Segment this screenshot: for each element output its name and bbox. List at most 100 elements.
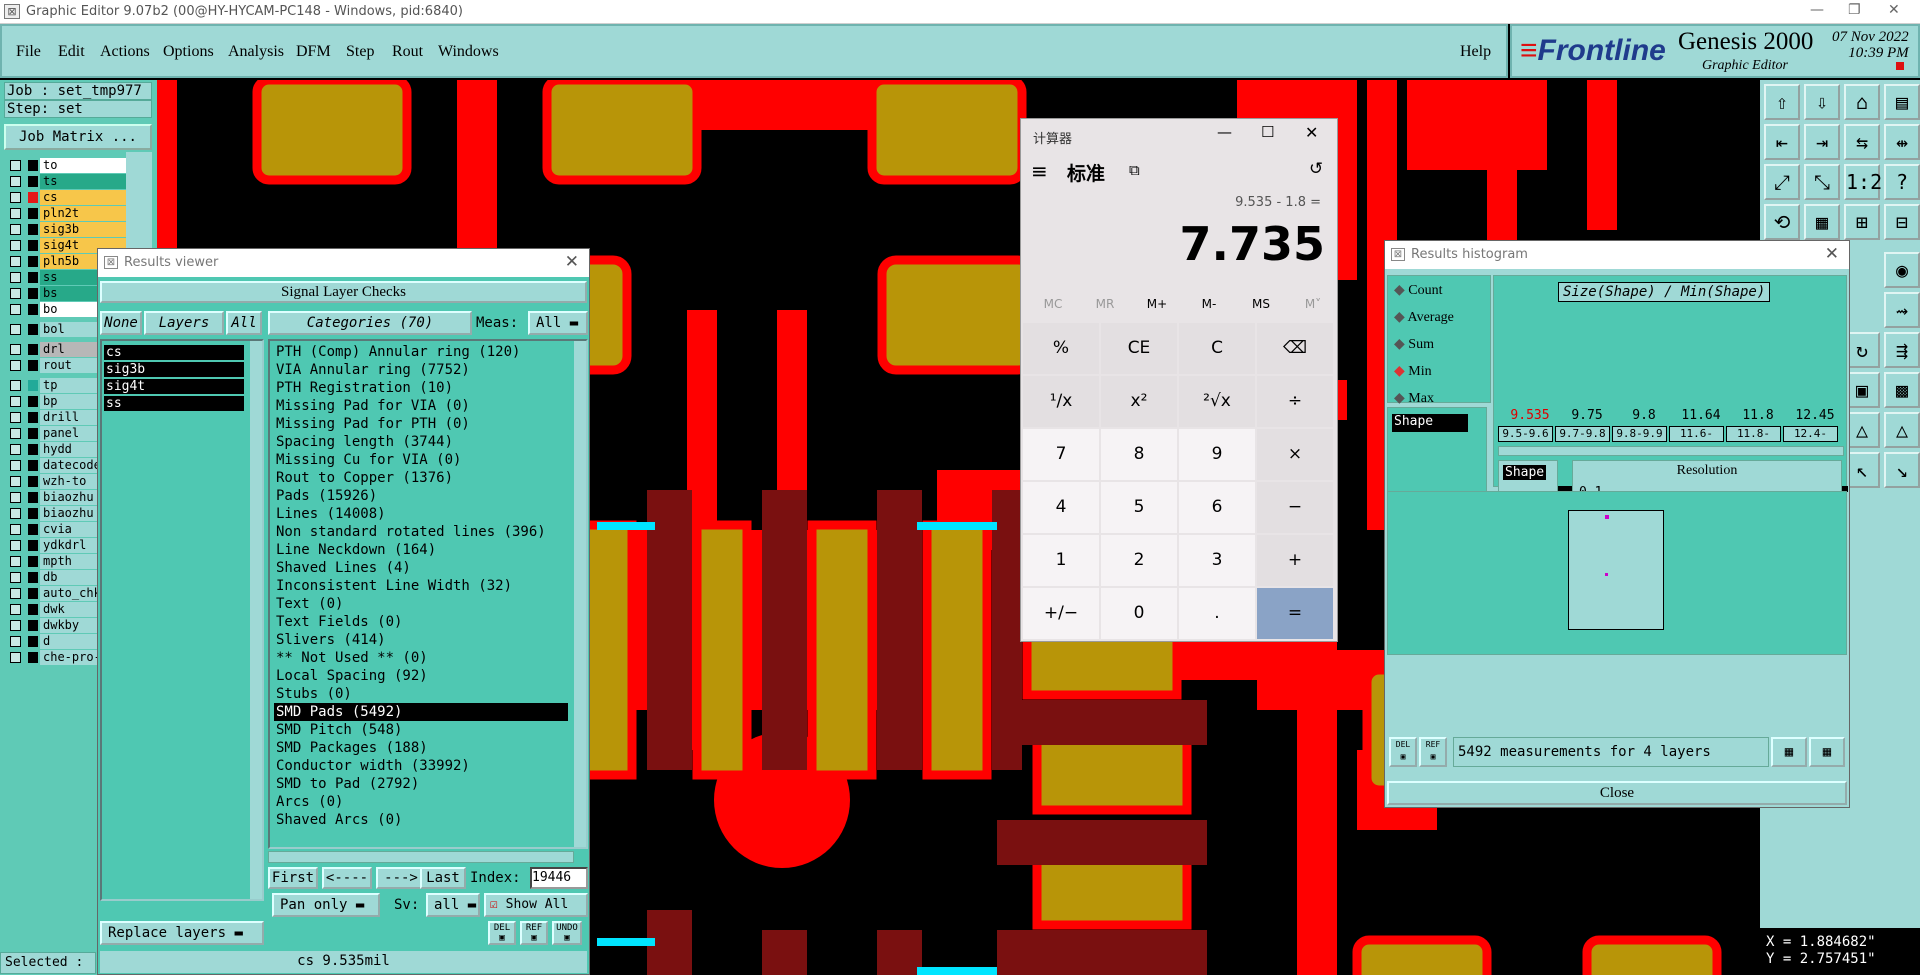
maximize-icon[interactable]: ☐ xyxy=(1261,123,1274,141)
tool-icon[interactable]: ⊟ xyxy=(1884,204,1920,240)
memory-button[interactable]: M˅ xyxy=(1289,297,1337,311)
menu-options[interactable]: Options xyxy=(163,43,214,61)
calc-key[interactable]: ÷ xyxy=(1257,376,1333,427)
menu-step[interactable]: Step xyxy=(346,43,374,61)
sv-select[interactable]: all ▬ xyxy=(426,893,480,917)
layer-row[interactable]: sig3b xyxy=(4,222,126,237)
calc-key[interactable]: C xyxy=(1179,323,1255,374)
layer-checkbox[interactable] xyxy=(10,588,21,599)
layer-checkbox[interactable] xyxy=(10,324,21,335)
calc-key[interactable]: x² xyxy=(1101,376,1177,427)
calc-key[interactable]: 9 xyxy=(1179,429,1255,480)
calc-key[interactable]: 7 xyxy=(1023,429,1099,480)
category-item[interactable]: VIA Annular ring (7752) xyxy=(274,361,470,379)
layer-checkbox[interactable] xyxy=(10,412,21,423)
calc-key[interactable]: 5 xyxy=(1101,482,1177,533)
tool-icon[interactable]: ⇥ xyxy=(1804,124,1840,160)
layer-checkbox[interactable] xyxy=(10,572,21,583)
stat-option[interactable]: ◆ Average xyxy=(1394,309,1454,326)
layer-checkbox[interactable] xyxy=(10,380,21,391)
close-icon[interactable]: ✕ xyxy=(1305,123,1318,142)
job-matrix-button[interactable]: Job Matrix ... xyxy=(4,124,152,150)
category-item[interactable]: Missing Pad for VIA (0) xyxy=(274,397,470,415)
calc-key[interactable]: 0 xyxy=(1101,588,1177,639)
calc-key[interactable]: . xyxy=(1179,588,1255,639)
index-input[interactable]: 19446 xyxy=(530,867,588,889)
category-item[interactable]: Text Fields (0) xyxy=(274,613,402,631)
category-item[interactable]: PTH Registration (10) xyxy=(274,379,453,397)
category-item[interactable]: Arcs (0) xyxy=(274,793,343,811)
shape-list-item[interactable]: Shape xyxy=(1392,414,1468,432)
prev-button[interactable]: <---- xyxy=(322,867,372,889)
category-item[interactable]: Lines (14008) xyxy=(274,505,386,523)
calc-key[interactable]: % xyxy=(1023,323,1099,374)
layer-checkbox[interactable] xyxy=(10,508,21,519)
histogram-bin[interactable]: 9.8-9.9 xyxy=(1612,426,1667,442)
menu-actions[interactable]: Actions xyxy=(100,43,150,61)
memory-button[interactable]: MC xyxy=(1029,297,1077,311)
histogram-hscrollbar[interactable] xyxy=(1498,446,1844,456)
result-layer-item[interactable]: sig4t xyxy=(104,379,244,394)
category-item[interactable]: Pads (15926) xyxy=(274,487,377,505)
replace-layers-select[interactable]: Replace layers ▬ xyxy=(100,921,264,945)
keep-on-top-icon[interactable]: ⧉ xyxy=(1129,161,1140,179)
category-item[interactable]: Rout to Copper (1376) xyxy=(274,469,453,487)
close-icon[interactable]: ✕ xyxy=(1825,244,1839,264)
layer-checkbox[interactable] xyxy=(10,652,21,663)
result-layer-item[interactable]: cs xyxy=(104,345,244,360)
menu-analysis[interactable]: Analysis xyxy=(228,43,284,61)
layer-checkbox[interactable] xyxy=(10,272,21,283)
memory-button[interactable]: M+ xyxy=(1133,297,1181,311)
layer-checkbox[interactable] xyxy=(10,604,21,615)
last-button[interactable]: Last xyxy=(420,867,466,889)
layer-checkbox[interactable] xyxy=(10,160,21,171)
result-layer-item[interactable]: ss xyxy=(104,396,244,411)
first-button[interactable]: First xyxy=(268,867,318,889)
layers-all-button[interactable]: All xyxy=(226,311,262,335)
category-hscrollbar[interactable] xyxy=(268,851,574,863)
undo-button[interactable]: UNDO ▣ xyxy=(552,921,582,945)
category-item[interactable]: Inconsistent Line Width (32) xyxy=(274,577,512,595)
menu-windows[interactable]: Windows xyxy=(438,43,499,61)
category-item[interactable]: SMD Pads (5492) xyxy=(274,703,568,721)
stat-option[interactable]: ◆ Sum xyxy=(1394,336,1434,353)
menu-edit[interactable]: Edit xyxy=(58,43,85,61)
calc-key[interactable]: 8 xyxy=(1101,429,1177,480)
histogram-bin[interactable]: 9.7-9.8 xyxy=(1555,426,1610,442)
layer-checkbox[interactable] xyxy=(10,360,21,371)
del-button[interactable]: DEL▣ xyxy=(1389,737,1417,767)
layer-checkbox[interactable] xyxy=(10,444,21,455)
show-all-toggle[interactable]: ☑ Show All xyxy=(484,893,588,917)
tool-icon[interactable]: ⇤ xyxy=(1764,124,1800,160)
tool-icon[interactable]: ⇶ xyxy=(1884,332,1920,368)
menu-rout[interactable]: Rout xyxy=(392,43,423,61)
category-item[interactable]: Stubs (0) xyxy=(274,685,352,703)
restore-icon[interactable]: ❐ xyxy=(1848,2,1861,18)
minimize-icon[interactable]: — xyxy=(1217,123,1232,141)
layer-row[interactable]: cs xyxy=(4,190,126,205)
menu-help[interactable]: Help xyxy=(1460,43,1491,61)
layer-checkbox[interactable] xyxy=(10,176,21,187)
result-layer-item[interactable]: sig3b xyxy=(104,362,244,377)
shape-bin-item[interactable]: Shape xyxy=(1503,465,1547,480)
category-item[interactable]: Missing Cu for VIA (0) xyxy=(274,451,461,469)
ref-button[interactable]: REF▣ xyxy=(1419,737,1447,767)
tool-icon[interactable]: ⇧ xyxy=(1764,84,1800,120)
stat-option[interactable]: ◆ Max xyxy=(1394,390,1434,407)
layer-row[interactable]: ts xyxy=(4,174,126,189)
layer-checkbox[interactable] xyxy=(10,540,21,551)
category-scrollbar[interactable] xyxy=(574,341,586,847)
tool-icon[interactable]: ⤢ xyxy=(1764,164,1800,200)
category-item[interactable]: Non standard rotated lines (396) xyxy=(274,523,546,541)
tool-icon[interactable]: ? xyxy=(1884,164,1920,200)
category-item[interactable]: Local Spacing (92) xyxy=(274,667,428,685)
calc-key[interactable]: − xyxy=(1257,482,1333,533)
category-item[interactable]: PTH (Comp) Annular ring (120) xyxy=(274,343,520,361)
layer-checkbox[interactable] xyxy=(10,428,21,439)
category-item[interactable]: Spacing length (3744) xyxy=(274,433,453,451)
category-item[interactable]: Slivers (414) xyxy=(274,631,386,649)
layer-checkbox[interactable] xyxy=(10,556,21,567)
calc-key[interactable]: 6 xyxy=(1179,482,1255,533)
category-list[interactable]: PTH (Comp) Annular ring (120) VIA Annular… xyxy=(268,339,588,849)
tool-icon[interactable]: ⊞ xyxy=(1844,204,1880,240)
